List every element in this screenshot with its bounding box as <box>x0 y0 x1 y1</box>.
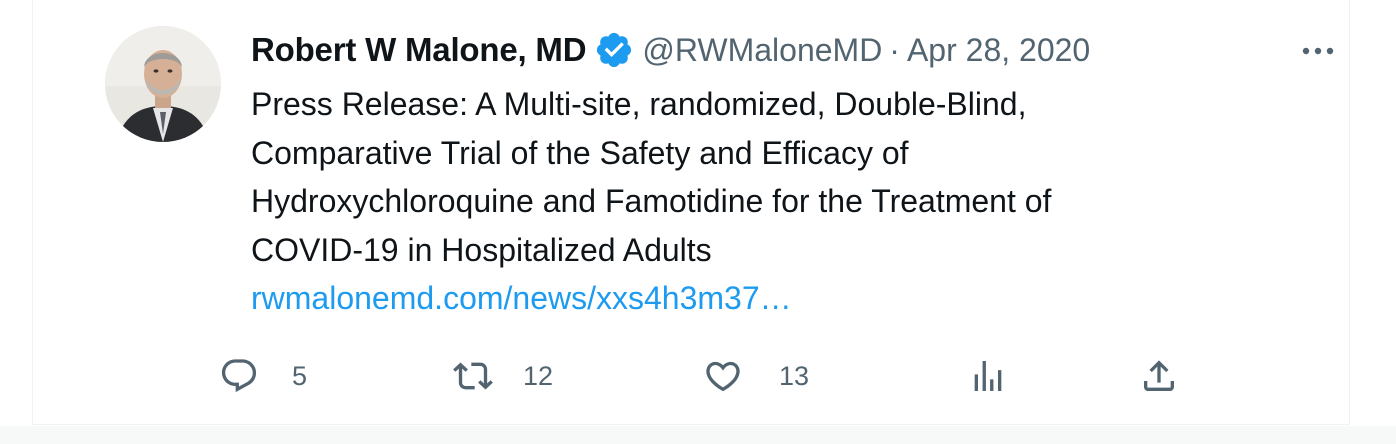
share-button[interactable] <box>1139 352 1179 400</box>
views-button[interactable] <box>968 352 1008 400</box>
tweet-text-line: Comparative Trial of the Safety and Effi… <box>251 134 909 171</box>
header-separator: · <box>889 31 900 68</box>
tweet-header: Robert W Malone, MD @RWMaloneMD · Apr 28… <box>251 26 1090 74</box>
timeline-divider <box>0 426 1396 444</box>
author-handle[interactable]: @RWMaloneMD <box>642 32 882 69</box>
retweet-icon <box>453 362 493 390</box>
tweet-text: Press Release: A Multi-site, randomized,… <box>251 80 1311 323</box>
like-button[interactable]: 13 <box>703 352 809 400</box>
reply-button[interactable]: 5 <box>219 352 307 400</box>
analytics-icon <box>974 361 1002 391</box>
verified-badge-icon[interactable] <box>594 30 634 70</box>
share-icon <box>1144 360 1174 391</box>
tweet-actions: 5 12 13 <box>33 352 1349 400</box>
reply-icon <box>221 359 257 393</box>
retweet-button[interactable]: 12 <box>453 352 553 400</box>
profile-photo-icon <box>105 26 221 142</box>
like-count: 13 <box>779 360 810 391</box>
tweet-text-line: COVID-19 in Hospitalized Adults <box>251 231 712 268</box>
avatar[interactable] <box>105 26 221 142</box>
tweet-text-line: Press Release: A Multi-site, randomized,… <box>251 86 1027 122</box>
author-display-name[interactable]: Robert W Malone, MD <box>251 31 587 69</box>
tweet-date[interactable]: Apr 28, 2020 <box>907 32 1090 69</box>
tweet-link[interactable]: rwmalonemd.com/news/xxs4h3m37… <box>251 274 1311 323</box>
tweet-card[interactable]: Robert W Malone, MD @RWMaloneMD · Apr 28… <box>32 0 1350 425</box>
reply-count: 5 <box>292 360 308 391</box>
more-options-icon <box>1302 47 1334 55</box>
retweet-count: 12 <box>523 360 554 391</box>
tweet-text-line: Hydroxychloroquine and Famotidine for th… <box>251 183 1052 219</box>
more-options-button[interactable] <box>1295 34 1341 68</box>
heart-icon <box>706 361 740 392</box>
